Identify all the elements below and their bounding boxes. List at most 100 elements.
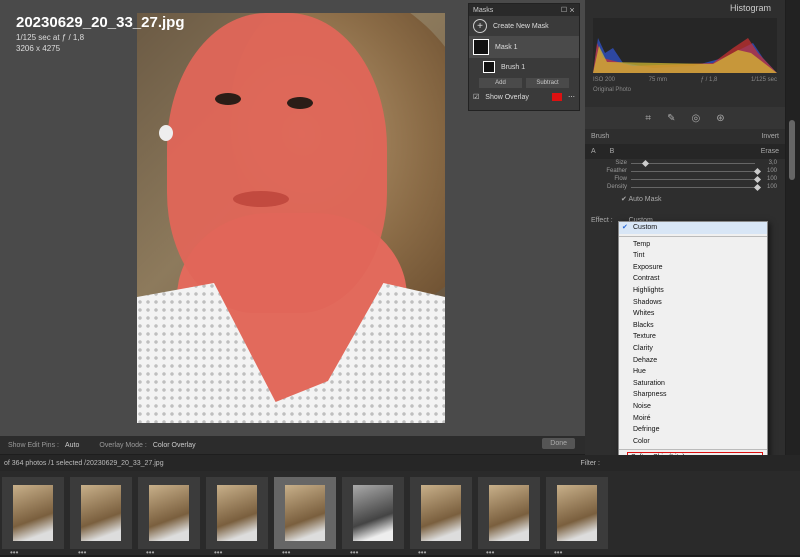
- slider-label: Flow: [614, 176, 627, 182]
- filmstrip: ••• ••• ••• ••• ••• ••• ••• ••• •••: [0, 471, 800, 557]
- create-new-mask-label: Create New Mask: [493, 22, 549, 30]
- erase-tab[interactable]: Erase: [761, 148, 779, 155]
- filmstrip-thumb[interactable]: •••: [342, 477, 404, 557]
- heal-icon[interactable]: ✎: [667, 113, 675, 124]
- slider-knob[interactable]: [642, 159, 650, 167]
- slider-value[interactable]: 3,0: [755, 160, 777, 166]
- create-new-mask-button[interactable]: + Create New Mask: [469, 16, 579, 36]
- add-button[interactable]: Add: [479, 78, 522, 88]
- show-edit-pins-label: Show Edit Pins :: [8, 441, 59, 449]
- menu-item-blacks[interactable]: Blacks: [619, 320, 767, 332]
- effect-label: Effect :: [591, 217, 613, 224]
- plus-icon: +: [473, 19, 487, 33]
- edit-toolbar: Show Edit Pins : Auto Overlay Mode : Col…: [0, 436, 585, 454]
- show-overlay-row[interactable]: ☑ Show Overlay ⋯: [469, 90, 579, 104]
- brush-1-item[interactable]: Brush 1: [469, 58, 579, 76]
- slider-track[interactable]: [631, 183, 762, 191]
- slider-track[interactable]: [631, 159, 755, 167]
- masks-close-icon[interactable]: ☐ ⨯: [561, 6, 575, 14]
- brush-tabs: A B Erase: [585, 144, 785, 159]
- thumb-image: [489, 485, 529, 541]
- menu-item-saturation[interactable]: Saturation: [619, 378, 767, 390]
- menu-item-dehaze[interactable]: Dehaze: [619, 355, 767, 367]
- menu-item-moir[interactable]: Moiré: [619, 413, 767, 425]
- show-overlay-label: Show Overlay: [485, 93, 529, 101]
- brush-icon: [483, 61, 495, 73]
- thumb-image: [353, 485, 393, 541]
- slider-label: Density: [606, 184, 627, 190]
- filmstrip-thumb[interactable]: •••: [410, 477, 472, 557]
- menu-item-exposure[interactable]: Exposure: [619, 262, 767, 274]
- thumb-image: [13, 485, 53, 541]
- lips: [233, 191, 289, 207]
- filmstrip-thumb[interactable]: •••: [546, 477, 608, 557]
- histogram-title: Histogram: [729, 3, 771, 13]
- checkbox-icon[interactable]: ☑: [473, 93, 479, 101]
- filmstrip-thumb[interactable]: •••: [206, 477, 268, 557]
- menu-item-custom[interactable]: Custom ✔: [619, 222, 767, 234]
- thumb-image: [557, 485, 597, 541]
- menu-item-noise[interactable]: Noise: [619, 401, 767, 413]
- menu-item-clarity[interactable]: Clarity: [619, 343, 767, 355]
- menu-item-tint[interactable]: Tint: [619, 250, 767, 262]
- thumb-image: [81, 485, 121, 541]
- menu-item-temp[interactable]: Temp: [619, 239, 767, 251]
- mask-1-item[interactable]: Mask 1: [469, 36, 579, 58]
- brush-header: Brush Invert: [585, 129, 785, 144]
- thumb-image: [217, 485, 257, 541]
- more-icon[interactable]: ⋯: [568, 93, 575, 101]
- brush-sliders: Size 3,0 Feather 100 Flow 100 Density 100: [585, 159, 785, 191]
- histogram-header[interactable]: Histogram: [585, 0, 785, 16]
- subtract-button[interactable]: Subtract: [526, 78, 569, 88]
- slider-track[interactable]: [631, 175, 762, 183]
- redeye-icon[interactable]: ◎: [691, 113, 700, 124]
- filmstrip-thumb[interactable]: •••: [70, 477, 132, 557]
- menu-item-contrast[interactable]: Contrast: [619, 273, 767, 285]
- filmstrip-thumb[interactable]: •••: [2, 477, 64, 557]
- filmstrip-bar: of 364 photos /1 selected /20230629_20_3…: [0, 455, 800, 471]
- overlay-mode-select[interactable]: Color Overlay: [153, 442, 196, 449]
- thumb-image: [149, 485, 189, 541]
- slider-flow[interactable]: Flow 100: [585, 175, 785, 183]
- menu-separator: [619, 235, 767, 237]
- menu-item-color[interactable]: Color: [619, 436, 767, 448]
- menu-item-shadows[interactable]: Shadows: [619, 297, 767, 309]
- tool-strip: ⌗ ✎ ◎ ⊛: [585, 107, 785, 129]
- right-scrollbar[interactable]: [786, 0, 800, 455]
- filmstrip-thumb[interactable]: •••: [138, 477, 200, 557]
- photo-exposure: 1/125 sec at ƒ / 1,8: [16, 33, 85, 42]
- aperture-value: ƒ / 1,8: [700, 77, 718, 83]
- menu-item-whites[interactable]: Whites: [619, 308, 767, 320]
- thumb-dots: •••: [350, 548, 359, 557]
- invert-checkbox[interactable]: Invert: [761, 133, 779, 140]
- scrollbar-thumb[interactable]: [789, 120, 795, 180]
- brush-b-tab[interactable]: B: [610, 148, 615, 155]
- brush-1-label: Brush 1: [501, 63, 526, 71]
- menu-item-defringe[interactable]: Defringe: [619, 424, 767, 436]
- menu-item-hue[interactable]: Hue: [619, 366, 767, 378]
- brush-a-tab[interactable]: A: [591, 148, 596, 155]
- thumb-dots: •••: [554, 548, 563, 557]
- filmstrip-thumb[interactable]: •••: [478, 477, 540, 557]
- slider-track[interactable]: [631, 167, 762, 175]
- menu-item-highlights[interactable]: Highlights: [619, 285, 767, 297]
- slider-feather[interactable]: Feather 100: [585, 167, 785, 175]
- auto-mask-row[interactable]: ✔ Auto Mask: [585, 191, 785, 207]
- filmstrip-thumb-selected[interactable]: •••: [274, 477, 336, 557]
- eye-right: [287, 97, 313, 109]
- done-button[interactable]: Done: [542, 438, 575, 449]
- slider-density[interactable]: Density 100: [585, 183, 785, 191]
- auto-mask-label: Auto Mask: [628, 196, 662, 203]
- photo-preview[interactable]: [137, 13, 445, 423]
- crop-icon[interactable]: ⌗: [645, 113, 651, 124]
- menu-item-texture[interactable]: Texture: [619, 331, 767, 343]
- show-edit-pins-select[interactable]: Auto: [65, 442, 79, 449]
- histogram-graph: [593, 18, 777, 73]
- thumb-dots: •••: [10, 548, 19, 557]
- image-canvas[interactable]: 20230629_20_33_27.jpg 1/125 sec at ƒ / 1…: [0, 0, 585, 436]
- thumb-image: [285, 485, 325, 541]
- overlay-color-swatch[interactable]: [552, 93, 562, 101]
- masking-icon[interactable]: ⊛: [716, 113, 724, 124]
- slider-size[interactable]: Size 3,0: [585, 159, 785, 167]
- menu-item-sharpness[interactable]: Sharpness: [619, 389, 767, 401]
